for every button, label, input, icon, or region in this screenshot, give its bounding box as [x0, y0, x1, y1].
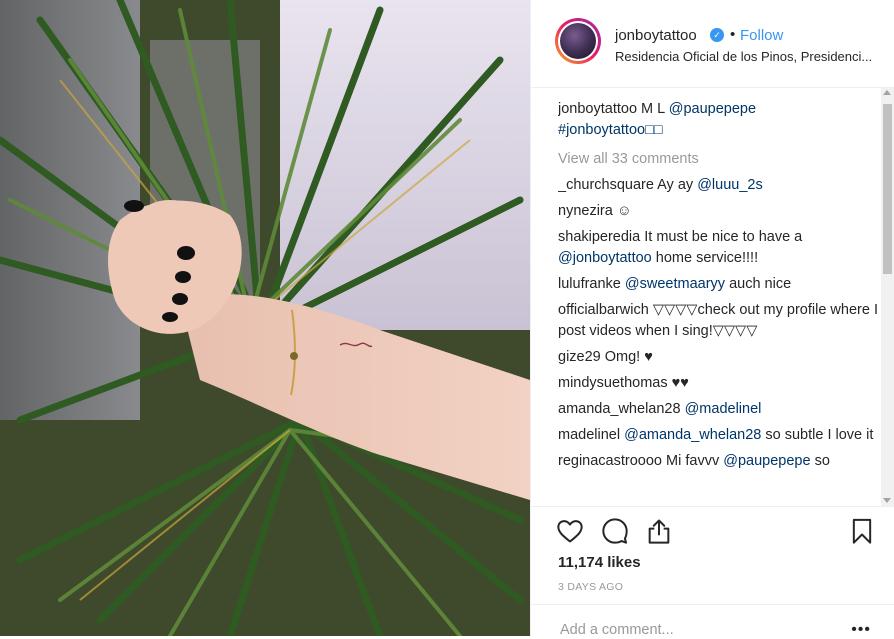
caption-text: M L — [637, 101, 669, 117]
caption-mention[interactable]: @paupepepe — [669, 101, 756, 117]
comment-mention[interactable]: @amanda_whelan28 — [624, 427, 761, 443]
comment-text: Mi favvv — [662, 453, 724, 469]
post-timestamp[interactable]: 3 DAYS AGO — [558, 581, 623, 593]
scrollbar-thumb[interactable] — [883, 104, 892, 274]
comment-author[interactable]: amanda_whelan28 — [558, 401, 681, 417]
comment-text-after: home service!!!! — [651, 250, 759, 266]
share-upload-icon[interactable] — [645, 517, 673, 545]
save-bookmark-icon[interactable] — [848, 517, 876, 545]
comment-item: _churchsquare Ay ay @luuu_2s — [558, 175, 880, 196]
comment-text-after: so subtle I love it — [761, 427, 874, 443]
more-options-icon[interactable]: ••• — [851, 621, 871, 639]
comment-author[interactable]: nynezira — [558, 203, 613, 219]
comment-author[interactable]: gize29 — [558, 349, 601, 365]
avatar-image — [560, 23, 596, 59]
comment-mention[interactable]: @luuu_2s — [697, 177, 763, 193]
follow-button[interactable]: Follow — [740, 27, 783, 44]
scroll-down-arrow-icon[interactable] — [883, 498, 891, 503]
comment-text: ☺ — [612, 203, 632, 219]
add-comment-input[interactable] — [558, 621, 832, 639]
caption-author[interactable]: jonboytattoo — [558, 101, 637, 117]
comments-scrollbar[interactable] — [881, 88, 894, 506]
verified-badge-icon: ✓ — [710, 28, 724, 42]
caption-hashtag[interactable]: #jonboytattoo□□ — [558, 122, 663, 138]
comment-author[interactable]: _churchsquare — [558, 177, 654, 193]
comment-mention[interactable]: @paupepepe — [723, 453, 810, 469]
comment-author[interactable]: shakiperedia — [558, 229, 640, 245]
view-all-comments-link[interactable]: View all 33 comments — [558, 149, 880, 170]
like-heart-icon[interactable] — [556, 517, 584, 545]
photo-illustration — [0, 0, 530, 636]
comment-author[interactable]: lulufranke — [558, 276, 621, 292]
action-bar — [531, 506, 894, 555]
comment-item: officialbarwich ▽▽▽▽check out my profile… — [558, 300, 880, 342]
comment-item: shakiperedia It must be nice to have a @… — [558, 227, 880, 269]
comment-text: ♥♥ — [667, 375, 689, 391]
scroll-up-arrow-icon[interactable] — [883, 90, 891, 95]
comment-mention[interactable]: @madelinel — [685, 401, 762, 417]
comment-bubble-icon[interactable] — [601, 517, 629, 545]
username-link[interactable]: jonboytattoo — [615, 27, 697, 44]
post-side-panel: jonboytattoo ✓ • Follow Residencia Ofici… — [530, 0, 894, 639]
comment-item: amanda_whelan28 @madelinel — [558, 399, 880, 420]
comment-mention[interactable]: @sweetmaaryy — [625, 276, 725, 292]
post-photo — [0, 0, 530, 636]
post-header: jonboytattoo ✓ • Follow Residencia Ofici… — [531, 0, 894, 88]
comment-author[interactable]: officialbarwich — [558, 302, 649, 318]
like-count[interactable]: 11,174 likes — [558, 554, 641, 571]
comment-item: lulufranke @sweetmaaryy auch nice — [558, 274, 880, 295]
location-link[interactable]: Residencia Oficial de los Pinos, Preside… — [615, 49, 877, 64]
comment-text: It must be nice to have a — [640, 229, 803, 245]
comment-text: Ay ay — [653, 177, 698, 193]
comment-mention[interactable]: @jonboytattoo — [558, 250, 652, 266]
comment-item: mindysuethomas ♥♥ — [558, 373, 880, 394]
comment-item: reginacastroooo Mi favvv @paupepepe so — [558, 451, 880, 472]
comment-item: gize29 Omg! ♥ — [558, 347, 880, 368]
comment-author[interactable]: madelinel — [558, 427, 620, 443]
comment-item: madelinel @amanda_whelan28 so subtle I l… — [558, 425, 880, 446]
separator-dot: • — [730, 26, 736, 43]
avatar[interactable] — [555, 18, 601, 64]
comment-author[interactable]: mindysuethomas — [558, 375, 668, 391]
comment-item: nynezira ☺ — [558, 201, 880, 222]
comment-text-after: so — [810, 453, 830, 469]
comments-list: jonboytattoo M L @paupepepe #jonboytatto… — [558, 88, 880, 506]
comment-text: Omg! ♥ — [600, 349, 653, 365]
caption: jonboytattoo M L @paupepepe #jonboytatto… — [558, 99, 880, 141]
comment-author[interactable]: reginacastroooo — [558, 453, 662, 469]
add-comment-bar: ••• — [531, 604, 894, 639]
comment-text-after: auch nice — [725, 276, 792, 292]
